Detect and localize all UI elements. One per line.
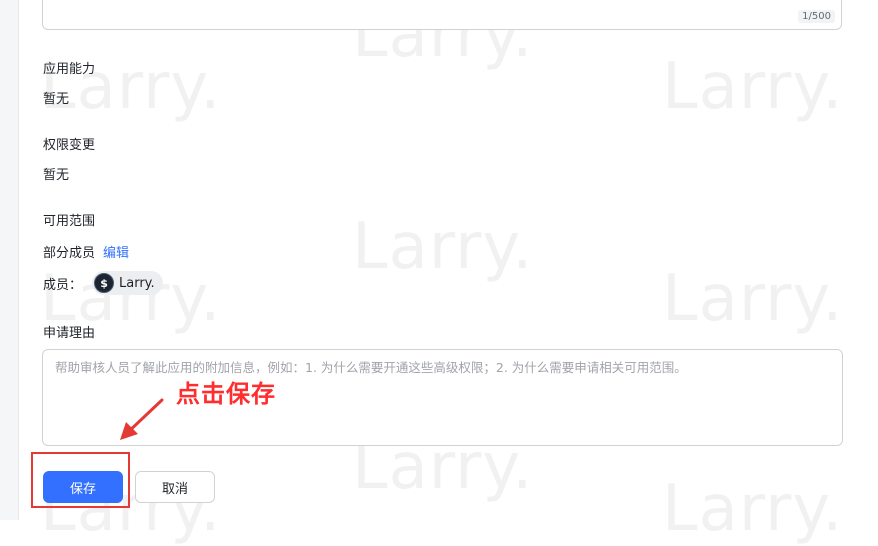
app-capability-label: 应用能力 <box>43 62 96 77</box>
member-chip[interactable]: $ Larry. <box>92 271 163 295</box>
annotation-arrow-icon <box>120 398 164 440</box>
permission-change-value: 暂无 <box>43 168 70 183</box>
app-capability-value: 暂无 <box>43 92 70 107</box>
edit-link[interactable]: 编辑 <box>103 246 129 261</box>
permission-change-label: 权限变更 <box>43 138 96 153</box>
availability-label: 可用范围 <box>43 214 96 229</box>
members-label: 成员： <box>43 277 83 293</box>
availability-scope: 部分成员 编辑 <box>43 242 129 261</box>
scope-text: 部分成员 <box>43 246 96 261</box>
member-name: Larry. <box>119 275 155 291</box>
member-row: 成员： $ Larry. <box>43 270 163 296</box>
annotation-text: 点击保存 <box>176 380 276 408</box>
save-button[interactable]: 保存 <box>43 471 123 503</box>
description-textarea[interactable]: 1/500 <box>42 0 842 30</box>
application-form: 1/500 应用能力 暂无 权限变更 暂无 可用范围 部分成员 编辑 成员： $ … <box>0 0 878 520</box>
char-counter: 1/500 <box>798 10 835 23</box>
cancel-button[interactable]: 取消 <box>135 471 215 503</box>
dollar-coin-icon: $ <box>94 273 115 293</box>
reason-label: 申请理由 <box>43 326 96 341</box>
